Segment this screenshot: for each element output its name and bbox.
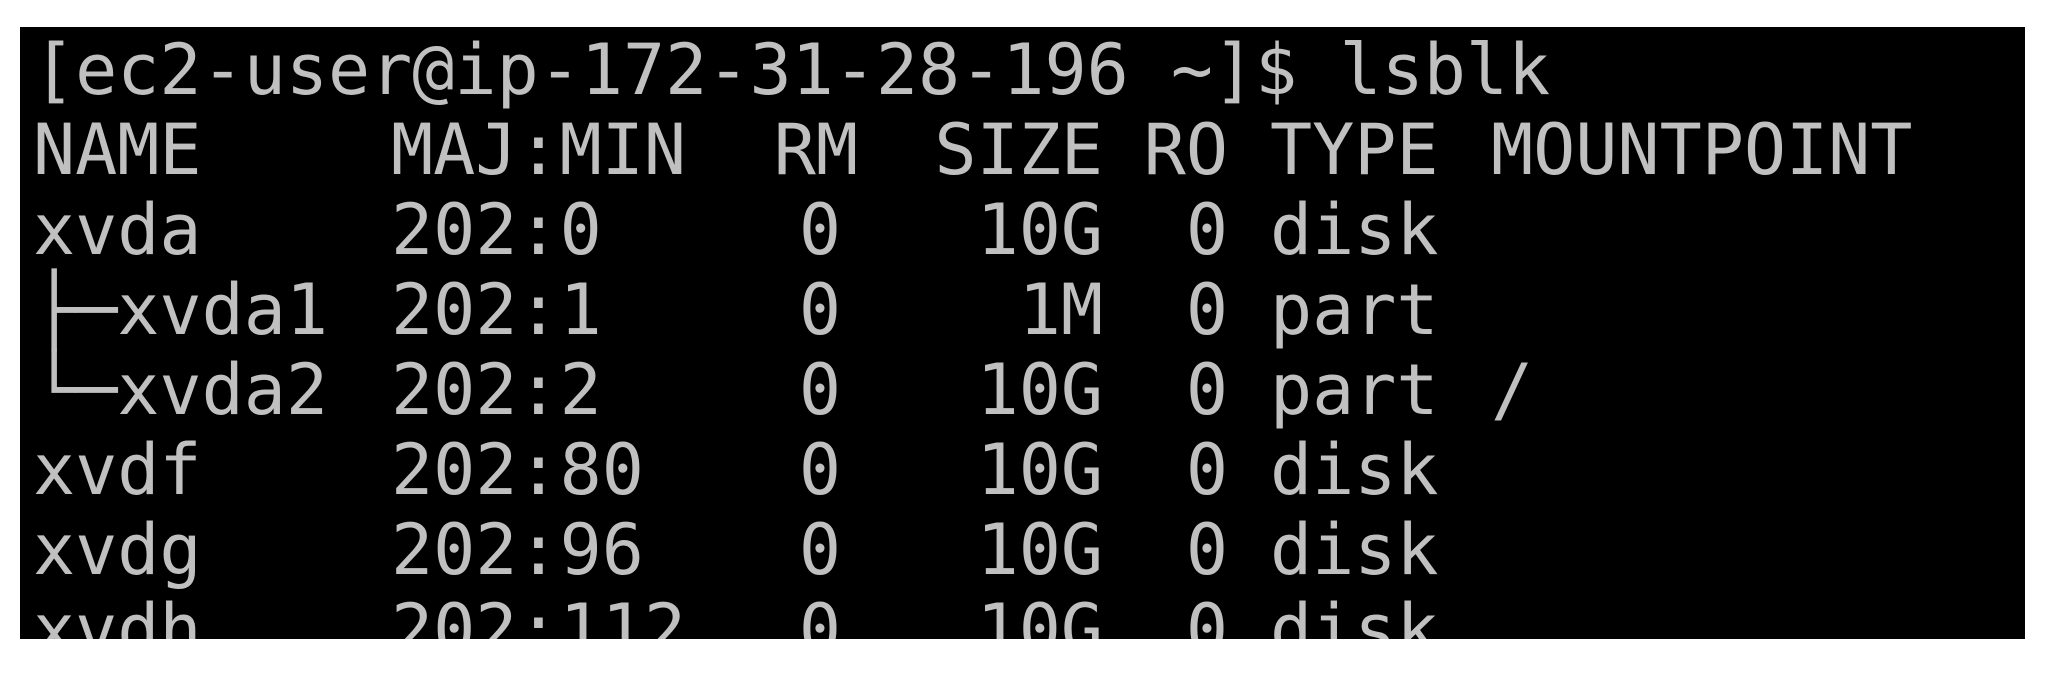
header-type: TYPE xyxy=(1270,109,1439,191)
terminal-window[interactable]: [ec2-user@ip-172-31-28-196 ~]$ lsblk NAM… xyxy=(20,27,2025,639)
row-rm: 0 xyxy=(798,429,841,511)
row-type: disk xyxy=(1270,189,1439,271)
header-mountpoint: MOUNTPOINT xyxy=(1491,109,1913,191)
row-rm: 0 xyxy=(798,349,841,431)
row-majmin: 202:0 xyxy=(391,189,602,271)
table-row: ├─xvda1 202:1 0 1M 0 part xyxy=(33,270,2025,350)
row-size: 1M xyxy=(1018,269,1103,351)
row-rm: 0 xyxy=(798,189,841,271)
row-name: xvdf xyxy=(33,429,202,511)
terminal-output: [ec2-user@ip-172-31-28-196 ~]$ lsblk NAM… xyxy=(33,30,2025,639)
table-row: xvdg 202:96 0 10G 0 disk xyxy=(33,510,2025,590)
row-size: 10G xyxy=(976,349,1103,431)
table-row: └─xvda2 202:2 0 10G 0 part / xyxy=(33,350,2025,430)
row-mountpoint: / xyxy=(1491,349,1534,431)
row-ro: 0 xyxy=(1185,429,1228,511)
row-rm: 0 xyxy=(798,589,841,639)
row-majmin: 202:96 xyxy=(391,509,644,591)
table-header: NAME MAJ:MIN RM SIZE RO TYPE MOUNTPOINT xyxy=(33,110,2025,190)
row-ro: 0 xyxy=(1185,189,1228,271)
row-type: part xyxy=(1270,269,1439,351)
header-size: SIZE xyxy=(934,109,1103,191)
header-majmin: MAJ:MIN xyxy=(391,109,687,191)
row-majmin: 202:2 xyxy=(391,349,602,431)
row-rm: 0 xyxy=(798,509,841,591)
header-rm: RM xyxy=(773,109,858,191)
command-prompt-line: [ec2-user@ip-172-31-28-196 ~]$ lsblk xyxy=(33,30,2025,110)
row-size: 10G xyxy=(976,589,1103,639)
command-prompt: [ec2-user@ip-172-31-28-196 ~]$ lsblk xyxy=(33,29,1551,111)
table-row: xvdh 202:112 0 10G 0 disk xyxy=(33,590,2025,639)
header-ro: RO xyxy=(1143,109,1228,191)
row-majmin: 202:1 xyxy=(391,269,602,351)
row-name: ├─xvda1 xyxy=(33,269,329,351)
row-majmin: 202:80 xyxy=(391,429,644,511)
row-name: xvda xyxy=(33,189,202,271)
row-ro: 0 xyxy=(1185,269,1228,351)
row-size: 10G xyxy=(976,429,1103,511)
row-type: disk xyxy=(1270,509,1439,591)
row-ro: 0 xyxy=(1185,349,1228,431)
row-type: disk xyxy=(1270,429,1439,511)
row-type: disk xyxy=(1270,589,1439,639)
row-type: part xyxy=(1270,349,1439,431)
row-majmin: 202:112 xyxy=(391,589,687,639)
row-name: xvdh xyxy=(33,589,202,639)
row-size: 10G xyxy=(976,189,1103,271)
row-ro: 0 xyxy=(1185,509,1228,591)
row-size: 10G xyxy=(976,509,1103,591)
row-name: xvdg xyxy=(33,509,202,591)
row-name: └─xvda2 xyxy=(33,349,329,431)
table-row: xvda 202:0 0 10G 0 disk xyxy=(33,190,2025,270)
row-rm: 0 xyxy=(798,269,841,351)
header-name: NAME xyxy=(33,109,202,191)
table-row: xvdf 202:80 0 10G 0 disk xyxy=(33,430,2025,510)
row-ro: 0 xyxy=(1185,589,1228,639)
